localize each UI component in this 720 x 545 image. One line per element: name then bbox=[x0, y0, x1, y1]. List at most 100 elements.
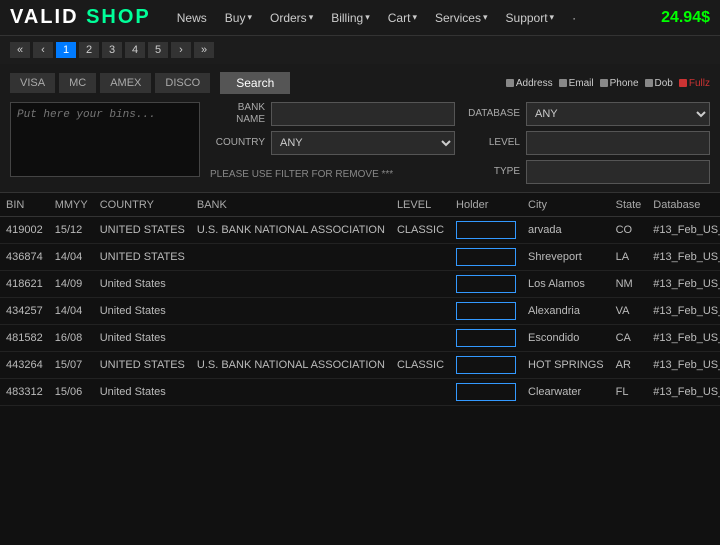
page-4[interactable]: 4 bbox=[125, 42, 145, 58]
cell-bank bbox=[191, 325, 391, 352]
table-row: 443264 15/07 UNITED STATES U.S. BANK NAT… bbox=[0, 352, 720, 379]
cell-city: Shreveport bbox=[522, 244, 610, 271]
type-label: TYPE bbox=[465, 166, 520, 178]
filter-note-text: PLEASE USE FILTER FOR REMOVE *** bbox=[210, 169, 393, 180]
table-row: 434257 14/04 United States Alexandria VA… bbox=[0, 298, 720, 325]
legend-fullz: Fullz bbox=[679, 78, 710, 89]
database-label: DATABASE bbox=[465, 108, 520, 120]
cell-mmyy: 16/08 bbox=[49, 325, 94, 352]
cell-country: UNITED STATES bbox=[94, 244, 191, 271]
cell-city: Escondido bbox=[522, 325, 610, 352]
cell-level bbox=[391, 271, 450, 298]
cell-mmyy: 14/04 bbox=[49, 244, 94, 271]
cell-state: VA bbox=[610, 298, 648, 325]
cell-city: Alexandria bbox=[522, 298, 610, 325]
cell-database: #13_Feb_US_80%VR bbox=[647, 325, 720, 352]
page-5[interactable]: 5 bbox=[148, 42, 168, 58]
cell-country: United States bbox=[94, 379, 191, 406]
support-arrow: ▾ bbox=[550, 12, 555, 23]
nav-separator: · bbox=[566, 9, 582, 27]
level-input[interactable] bbox=[526, 131, 710, 155]
col-mmyy: MMYY bbox=[49, 193, 94, 217]
cell-database: #13_Feb_US_80%VR bbox=[647, 379, 720, 406]
country-label: COUNTRY bbox=[210, 137, 265, 149]
cell-database: #13_Feb_US_80%VR bbox=[647, 217, 720, 244]
page-2[interactable]: 2 bbox=[79, 42, 99, 58]
cell-mmyy: 14/04 bbox=[49, 298, 94, 325]
database-row: DATABASE ANY bbox=[465, 102, 710, 126]
nav-orders[interactable]: Orders ▾ bbox=[264, 9, 319, 27]
brand: VALID SHOP bbox=[10, 6, 151, 29]
table-row: 419002 15/12 UNITED STATES U.S. BANK NAT… bbox=[0, 217, 720, 244]
search-button[interactable]: Search bbox=[220, 72, 290, 94]
search-top-row: VISA MC AMEX DISCO Search Address Email … bbox=[10, 72, 710, 94]
cell-state: FL bbox=[610, 379, 648, 406]
cell-city: Clearwater bbox=[522, 379, 610, 406]
filter-legend: Address Email Phone Dob Fullz bbox=[506, 78, 710, 89]
balance-display: 24.94$ bbox=[661, 9, 710, 27]
col-city: City bbox=[522, 193, 610, 217]
cell-country: United States bbox=[94, 298, 191, 325]
nav-support[interactable]: Support ▾ bbox=[500, 9, 561, 27]
tab-visa[interactable]: VISA bbox=[10, 73, 55, 93]
cell-country: United States bbox=[94, 271, 191, 298]
country-select[interactable]: ANY bbox=[271, 131, 455, 155]
col-bank: BANK bbox=[191, 193, 391, 217]
cell-state: AR bbox=[610, 352, 648, 379]
cell-level bbox=[391, 325, 450, 352]
billing-arrow: ▾ bbox=[365, 12, 370, 23]
country-row: COUNTRY ANY bbox=[210, 131, 455, 155]
buy-arrow: ▾ bbox=[247, 12, 252, 23]
nav-services[interactable]: Services ▾ bbox=[429, 9, 494, 27]
type-input[interactable] bbox=[526, 160, 710, 184]
cell-bank bbox=[191, 244, 391, 271]
cell-holder bbox=[450, 325, 522, 352]
brand-shop: SHOP bbox=[79, 6, 151, 28]
table-row: 418621 14/09 United States Los Alamos NM… bbox=[0, 271, 720, 298]
tab-amex[interactable]: AMEX bbox=[100, 73, 151, 93]
filter-note-row: PLEASE USE FILTER FOR REMOVE *** bbox=[210, 160, 455, 184]
cell-level bbox=[391, 244, 450, 271]
cart-arrow: ▾ bbox=[412, 12, 417, 23]
tab-disco[interactable]: DISCO bbox=[155, 73, 210, 93]
cell-mmyy: 15/06 bbox=[49, 379, 94, 406]
cell-level: CLASSIC bbox=[391, 217, 450, 244]
cell-country: UNITED STATES bbox=[94, 352, 191, 379]
cell-bin: 434257 bbox=[0, 298, 49, 325]
table-row: 481582 16/08 United States Escondido CA … bbox=[0, 325, 720, 352]
table-header-row: BIN MMYY COUNTRY BANK LEVEL Holder City … bbox=[0, 193, 720, 217]
nav-cart[interactable]: Cart ▾ bbox=[382, 9, 423, 27]
page-3[interactable]: 3 bbox=[102, 42, 122, 58]
nav-news[interactable]: News bbox=[171, 9, 213, 27]
cell-holder bbox=[450, 217, 522, 244]
bank-name-input[interactable] bbox=[271, 102, 455, 126]
tab-mc[interactable]: MC bbox=[59, 73, 96, 93]
results-table-wrapper: BIN MMYY COUNTRY BANK LEVEL Holder City … bbox=[0, 193, 720, 545]
phone-label: Phone bbox=[610, 78, 639, 89]
dob-dot bbox=[645, 79, 653, 87]
search-fields-container: BANKNAME DATABASE ANY COUNTRY ANY bbox=[210, 102, 710, 184]
cell-holder bbox=[450, 352, 522, 379]
bins-input[interactable] bbox=[10, 102, 200, 177]
orders-arrow: ▾ bbox=[309, 12, 314, 23]
cell-bank bbox=[191, 298, 391, 325]
cell-holder bbox=[450, 298, 522, 325]
cell-bin: 443264 bbox=[0, 352, 49, 379]
nav-billing[interactable]: Billing ▾ bbox=[325, 9, 376, 27]
page-last[interactable]: » bbox=[194, 42, 214, 58]
page-first[interactable]: « bbox=[10, 42, 30, 58]
cell-bin: 418621 bbox=[0, 271, 49, 298]
page-next[interactable]: › bbox=[171, 42, 191, 58]
phone-dot bbox=[600, 79, 608, 87]
fullz-dot bbox=[679, 79, 687, 87]
email-label: Email bbox=[569, 78, 594, 89]
results-table: BIN MMYY COUNTRY BANK LEVEL Holder City … bbox=[0, 193, 720, 406]
page-prev[interactable]: ‹ bbox=[33, 42, 53, 58]
cell-level bbox=[391, 298, 450, 325]
nav-buy[interactable]: Buy ▾ bbox=[219, 9, 258, 27]
cell-bin: 436874 bbox=[0, 244, 49, 271]
database-select[interactable]: ANY bbox=[526, 102, 710, 126]
cell-level bbox=[391, 379, 450, 406]
email-dot bbox=[559, 79, 567, 87]
page-1[interactable]: 1 bbox=[56, 42, 76, 58]
